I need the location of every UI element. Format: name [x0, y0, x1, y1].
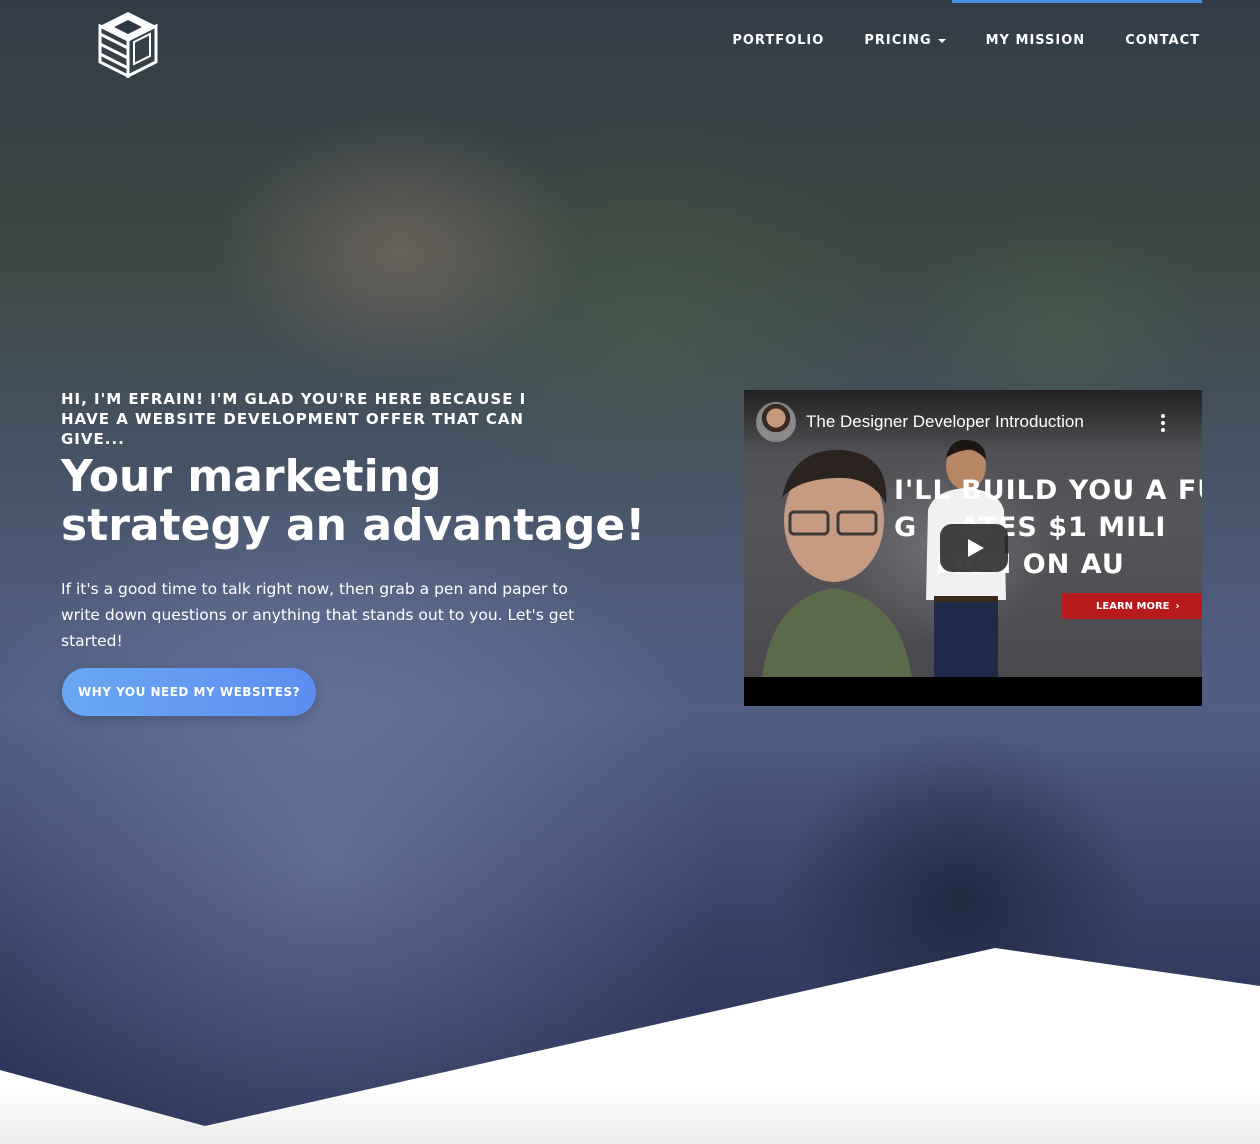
caret-down-icon [937, 38, 946, 43]
logo-icon[interactable] [96, 10, 160, 78]
channel-avatar[interactable] [756, 402, 796, 442]
nav-pricing-label: PRICING [864, 33, 932, 48]
nav-pricing[interactable]: PRICING [864, 33, 946, 48]
active-nav-indicator [952, 0, 1202, 3]
thumbnail-text: I'LL BUILD YOU A FU G ATES $1 MILI LION … [894, 472, 1202, 583]
nav-contact[interactable]: CONTACT [1125, 33, 1200, 48]
kebab-menu-icon[interactable] [1160, 414, 1166, 432]
nav-portfolio[interactable]: PORTFOLIO [732, 33, 824, 48]
play-icon [968, 539, 984, 557]
learn-more-badge: LEARN MORE › [1062, 593, 1202, 619]
why-websites-button[interactable]: WHY YOU NEED MY WEBSITES? [62, 668, 316, 716]
thumbnail-person-left [762, 449, 912, 677]
youtube-embed[interactable]: The Designer Developer Introduction I'LL… [744, 390, 1202, 706]
play-button[interactable] [940, 524, 1008, 572]
hero-lead-text: If it's a good time to talk right now, t… [61, 580, 575, 650]
chevron-right-icon: › [1175, 600, 1180, 612]
hero-eyebrow: HI, I'M EFRAIN! I'M GLAD YOU'RE HERE BEC… [61, 390, 527, 448]
section-divider-shape [0, 948, 1260, 1144]
main-nav: PORTFOLIO PRICING MY MISSION CONTACT [692, 33, 1200, 48]
video-title[interactable]: The Designer Developer Introduction [806, 412, 1084, 432]
thumbnail-line-1: I'LL BUILD YOU A FU [894, 475, 1202, 506]
learn-more-label: LEARN MORE [1096, 600, 1170, 612]
nav-my-mission[interactable]: MY MISSION [986, 33, 1086, 48]
video-thumbnail[interactable]: The Designer Developer Introduction I'LL… [744, 390, 1202, 677]
hero-headline: Your marketing strategy an advantage! [61, 451, 646, 551]
